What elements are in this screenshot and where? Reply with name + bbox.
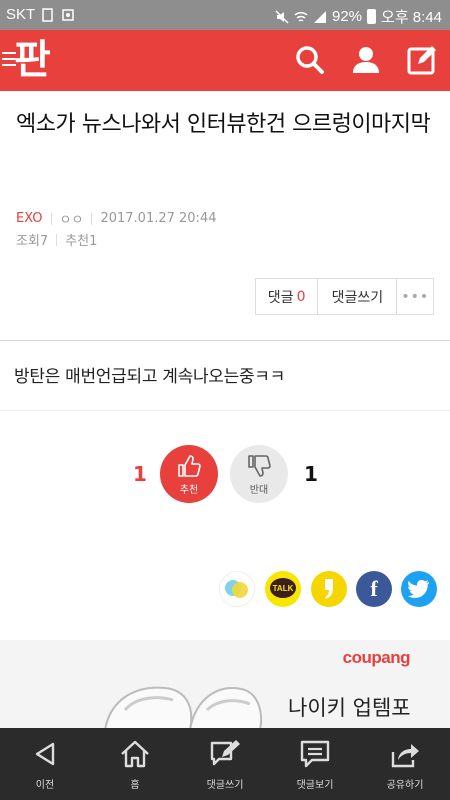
nav-write-comment-label: 댓글쓰기 (206, 780, 244, 791)
share-chat-button[interactable] (219, 571, 255, 607)
carrier-label: SKT (6, 6, 36, 23)
nav-view-comments[interactable]: 댓글보기 (270, 728, 360, 800)
more-button[interactable]: ••• (397, 279, 433, 314)
share-twitter-button[interactable] (401, 571, 437, 607)
bottom-navigation: 이전 홈 댓글쓰기 댓글보기 공유하기 (0, 728, 450, 800)
view-comments-icon (300, 740, 330, 768)
share-icon (391, 744, 419, 768)
divider (0, 340, 450, 341)
chat-bubbles-icon (225, 580, 248, 598)
comments-button[interactable]: 댓글 0 (256, 279, 319, 314)
app-header: 판 (0, 30, 450, 91)
thumbs-down-icon (248, 454, 271, 477)
comment-actions: 댓글 0 댓글쓰기 ••• (255, 278, 434, 315)
search-icon[interactable] (294, 44, 326, 76)
post-title: 엑소가 뉴스나와서 인터뷰한건 으르렁이마지막 (16, 112, 431, 137)
profile-icon[interactable] (350, 44, 382, 76)
write-comment-icon (210, 740, 240, 766)
comments-label: 댓글 (267, 289, 294, 306)
post-body: 방탄은 매번언급되고 계속나오는중ㅋㅋ (14, 367, 285, 387)
twitter-icon (408, 580, 429, 598)
write-comment-button[interactable]: 댓글쓰기 (318, 279, 398, 314)
advertisement-banner[interactable]: coupang 나이키 업템포 (0, 640, 450, 730)
post-author: ㅇㅇ (59, 213, 84, 228)
post-category[interactable]: EXO (16, 211, 43, 226)
kakaostory-icon (325, 579, 333, 599)
compose-icon[interactable] (406, 44, 438, 76)
downvote-count: 1 (304, 462, 318, 486)
kakaotalk-label: TALK (273, 584, 294, 593)
comment-count: 0 (296, 288, 306, 305)
post-stats: 조회7 추천1 (16, 230, 97, 249)
app-logo[interactable]: 판 (14, 36, 51, 84)
share-facebook-button[interactable]: f (356, 571, 392, 607)
upvote-count: 1 (133, 462, 147, 486)
nav-back-label: 이전 (35, 780, 55, 791)
signal-icon (314, 10, 326, 23)
post-date: 2017.01.27 20:44 (100, 211, 217, 226)
nav-write-comment[interactable]: 댓글쓰기 (180, 728, 270, 800)
view-count: 조회7 (16, 234, 49, 249)
nav-view-comments-label: 댓글보기 (296, 780, 334, 791)
upvote-button[interactable]: 추천 (160, 445, 218, 503)
downvote-button[interactable]: 반대 (230, 445, 288, 503)
nav-home-label: 홈 (130, 780, 140, 791)
downvote-label: 반대 (249, 484, 269, 496)
status-bar: SKT 92% 오후 8:44 (0, 0, 450, 30)
ad-brand-logo: coupang (342, 648, 411, 667)
clock: 오후 8:44 (381, 9, 442, 26)
thumbs-up-icon (178, 454, 201, 477)
back-icon (35, 742, 55, 766)
nav-share[interactable]: 공유하기 (360, 728, 450, 800)
more-icon: ••• (401, 288, 430, 305)
share-kakaostory-button[interactable] (311, 571, 347, 607)
divider (50, 212, 52, 225)
divider (56, 233, 58, 246)
facebook-icon: f (370, 576, 378, 601)
sneaker-image (103, 686, 263, 730)
nav-share-label: 공유하기 (386, 780, 424, 791)
photo-icon (62, 8, 74, 21)
battery-icon (367, 9, 377, 24)
write-comment-label: 댓글쓰기 (331, 289, 384, 306)
ad-text: 나이키 업템포 (288, 696, 411, 720)
recommend-count: 추천1 (65, 234, 98, 249)
battery-percent: 92% (332, 8, 363, 25)
nav-home[interactable]: 홈 (90, 728, 180, 800)
home-icon (121, 740, 149, 768)
divider (0, 410, 450, 411)
wifi-icon (294, 11, 308, 22)
screen-icon (42, 7, 53, 22)
post-meta: EXO ㅇㅇ 2017.01.27 20:44 (16, 209, 216, 228)
share-kakaotalk-button[interactable]: TALK (265, 571, 301, 607)
nav-back[interactable]: 이전 (0, 728, 90, 800)
divider (91, 212, 93, 225)
mute-icon (275, 9, 289, 24)
upvote-label: 추천 (179, 484, 199, 496)
kakaotalk-icon: TALK (270, 578, 296, 598)
